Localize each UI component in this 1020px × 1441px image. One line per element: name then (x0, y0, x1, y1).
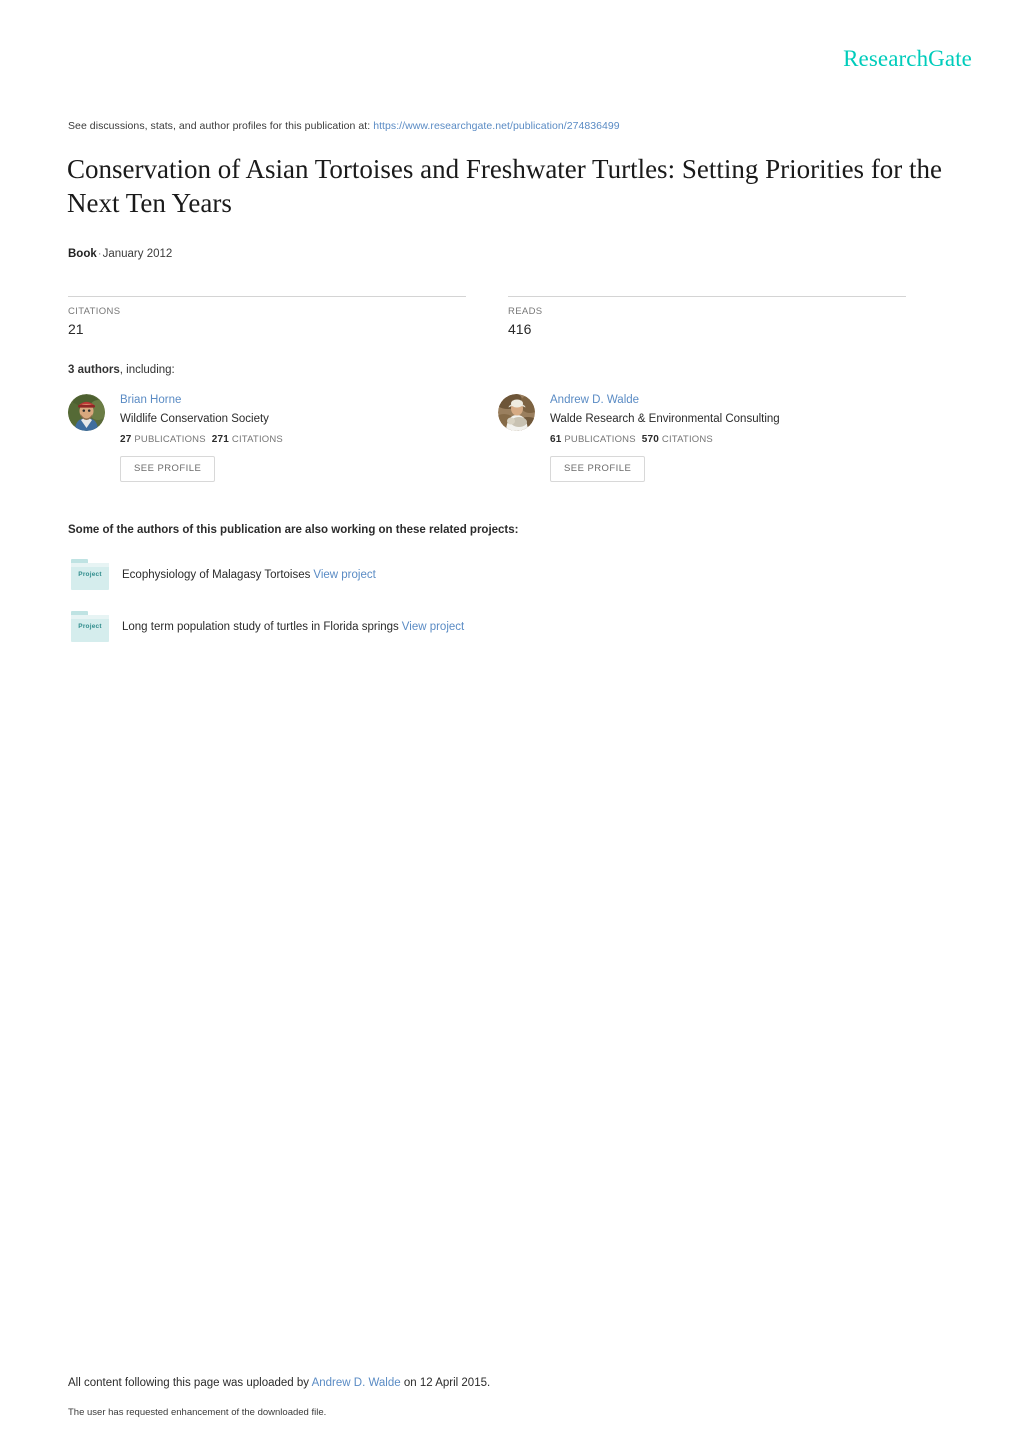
avatar[interactable] (498, 394, 535, 431)
project-folder-icon: Project (70, 611, 110, 643)
author-citations-count: 271 (211, 434, 230, 445)
author-publications-label: PUBLICATIONS (564, 434, 636, 445)
author-publications-count: 27 (120, 434, 132, 445)
project-item[interactable]: Project Long term population study of tu… (70, 611, 870, 643)
author-publications-label: PUBLICATIONS (134, 434, 206, 445)
upload-suffix: on 12 April 2015. (403, 1377, 491, 1389)
project-folder-icon: Project (70, 559, 110, 591)
author-info: Brian Horne Wildlife Conservation Societ… (120, 392, 283, 482)
brand-text: ResearchGate (843, 46, 972, 71)
author-stats: 61 PUBLICATIONS 570 CITATIONS (550, 434, 780, 445)
author-card: Brian Horne Wildlife Conservation Societ… (68, 392, 498, 482)
project-text: Ecophysiology of Malagasy Tortoises View … (122, 569, 376, 581)
publication-type-line: Book·January 2012 (68, 248, 172, 260)
author-name-link[interactable]: Andrew D. Walde (550, 393, 780, 408)
authors-list: Brian Horne Wildlife Conservation Societ… (68, 392, 928, 482)
author-organization: Walde Research & Environmental Consultin… (550, 413, 780, 425)
authors-heading: 3 authors, including: (68, 364, 175, 376)
author-organization: Wildlife Conservation Society (120, 413, 269, 425)
author-name-link[interactable]: Brian Horne (120, 393, 283, 408)
discussion-line: See discussions, stats, and author profi… (68, 120, 620, 132)
publication-date: January 2012 (102, 248, 173, 260)
authors-count: 3 authors (68, 364, 120, 376)
discussion-prefix: See discussions, stats, and author profi… (68, 120, 371, 132)
upload-prefix: All content following this page was uplo… (68, 1377, 310, 1389)
project-title: Long term population study of turtles in… (122, 621, 399, 633)
publication-url-link[interactable]: https://www.researchgate.net/publication… (373, 120, 620, 132)
upload-notice: All content following this page was uplo… (68, 1377, 928, 1389)
related-projects-heading: Some of the authors of this publication … (68, 524, 519, 536)
metric-citations: CITATIONS 21 (68, 296, 466, 337)
metric-label-reads: READS (508, 306, 543, 317)
researchgate-logo[interactable]: ResearchGate (843, 46, 972, 72)
researchgate-publication-page: ResearchGate See discussions, stats, and… (0, 0, 1020, 1441)
publication-type: Book (68, 248, 97, 260)
see-profile-button[interactable]: SEE PROFILE (120, 456, 216, 482)
project-icon-label: Project (78, 623, 102, 630)
author-info: Andrew D. Walde Walde Research & Environ… (550, 392, 780, 482)
view-project-link[interactable]: View project (313, 569, 375, 581)
author-citations-label: CITATIONS (231, 434, 283, 445)
author-publications-count: 61 (550, 434, 562, 445)
author-citations-label: CITATIONS (661, 434, 713, 445)
avatar-photo-brian-horne (68, 394, 105, 431)
avatar-photo-andrew-walde (498, 394, 535, 431)
author-card: Andrew D. Walde Walde Research & Environ… (498, 392, 928, 482)
metric-value-reads: 416 (508, 321, 532, 337)
project-title: Ecophysiology of Malagasy Tortoises (122, 569, 311, 581)
metric-value-citations: 21 (68, 321, 84, 337)
footer: All content following this page was uplo… (68, 1377, 928, 1418)
project-icon-label: Project (78, 571, 102, 578)
see-profile-button[interactable]: SEE PROFILE (550, 456, 646, 482)
page-title: Conservation of Asian Tortoises and Fres… (67, 154, 943, 218)
view-project-link[interactable]: View project (402, 621, 464, 633)
metric-divider (68, 296, 466, 297)
metric-reads: READS 416 (508, 296, 906, 337)
uploader-link[interactable]: Andrew D. Walde (312, 1377, 401, 1389)
metric-label-citations: CITATIONS (68, 306, 121, 317)
project-item[interactable]: Project Ecophysiology of Malagasy Tortoi… (70, 559, 870, 591)
authors-count-suffix: , including: (119, 364, 175, 376)
author-citations-count: 570 (641, 434, 660, 445)
project-text: Long term population study of turtles in… (122, 621, 464, 633)
author-stats: 27 PUBLICATIONS 271 CITATIONS (120, 434, 283, 445)
avatar[interactable] (68, 394, 105, 431)
related-projects-list: Project Ecophysiology of Malagasy Tortoi… (70, 559, 870, 663)
enhancement-note: The user has requested enhancement of th… (68, 1407, 327, 1418)
metrics-row: CITATIONS 21 READS 416 (68, 296, 910, 337)
metric-divider (508, 296, 906, 297)
